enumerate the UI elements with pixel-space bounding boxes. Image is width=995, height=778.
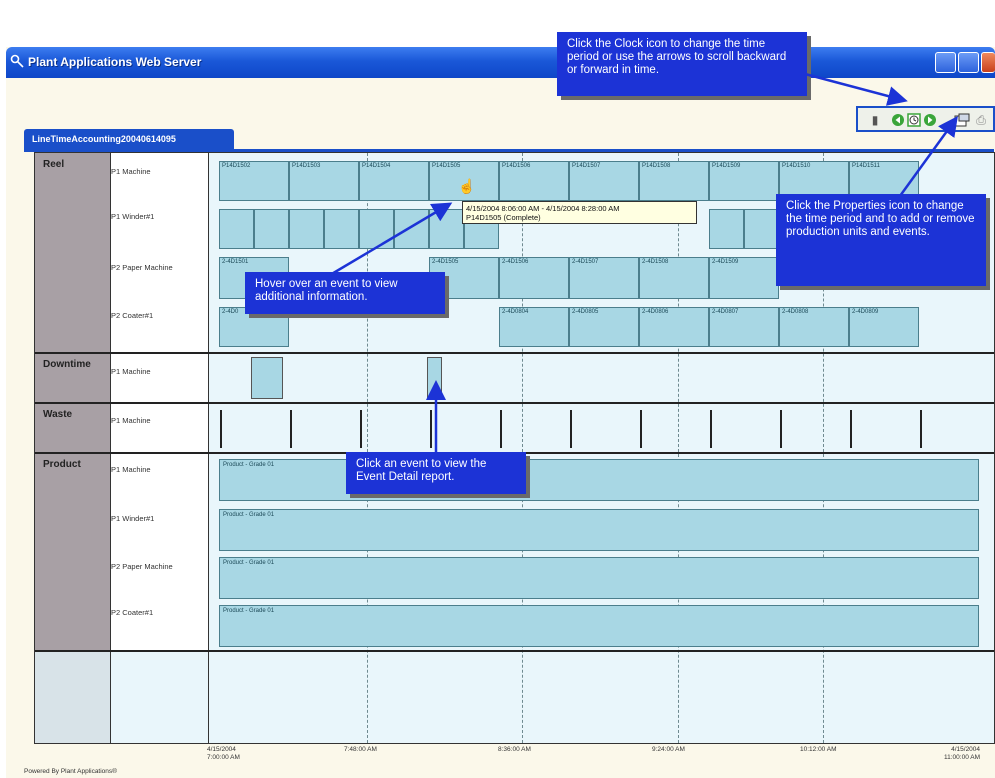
clock-icon[interactable]	[907, 113, 921, 127]
event-coater[interactable]: 2-4D0806	[639, 307, 709, 347]
tab-line-time-accounting[interactable]: LineTimeAccounting20040614095	[24, 129, 234, 149]
chart-icon[interactable]: ▮	[868, 113, 882, 127]
unit-label: P2 Paper Machine	[111, 263, 173, 272]
footer: Powered By Plant Applications®	[24, 768, 117, 775]
forward-arrow-icon[interactable]	[923, 113, 937, 127]
x-axis-label: 4/15/2004 7:00:00 AM	[207, 746, 240, 761]
event-waste[interactable]	[220, 410, 222, 448]
event-paper-machine[interactable]: 2-4D1509	[709, 257, 779, 299]
x-axis-label: 9:24:00 AM	[652, 746, 685, 753]
x-axis-label: 7:48:00 AM	[344, 746, 377, 753]
event-waste[interactable]	[780, 410, 782, 448]
event-waste[interactable]	[640, 410, 642, 448]
event-reel[interactable]: P14D1503	[289, 161, 359, 201]
hand-cursor-icon: ☝	[458, 178, 476, 194]
event-product[interactable]: Product - Grade 01	[219, 557, 979, 599]
unit-label: P1 Machine	[111, 416, 151, 425]
group-reel: Reel	[35, 153, 111, 352]
event-tooltip: 4/15/2004 8:06:00 AM - 4/15/2004 8:28:00…	[462, 201, 697, 224]
event-reel[interactable]: P14D1506	[499, 161, 569, 201]
unit-label: P1 Winder#1	[111, 514, 155, 523]
group-empty	[35, 652, 111, 743]
event-winder[interactable]	[254, 209, 289, 249]
units-reel	[111, 153, 209, 352]
title-bar: Plant Applications Web Server	[6, 47, 995, 78]
maximize-button[interactable]	[958, 52, 979, 73]
event-coater[interactable]: 2-4D0804	[499, 307, 569, 347]
event-waste[interactable]	[710, 410, 712, 448]
row-divider	[35, 650, 994, 652]
callout-clock: Click the Clock icon to change the time …	[557, 32, 807, 96]
unit-label: P1 Machine	[111, 465, 151, 474]
event-downtime[interactable]	[251, 357, 283, 399]
properties-icon[interactable]	[954, 113, 970, 127]
minimize-button[interactable]	[935, 52, 956, 73]
x-axis-label: 8:36:00 AM	[498, 746, 531, 753]
event-coater[interactable]: 2-4D0807	[709, 307, 779, 347]
event-paper-machine[interactable]: 2-4D1507	[569, 257, 639, 299]
unit-label: P2 Paper Machine	[111, 562, 173, 571]
event-waste[interactable]	[920, 410, 922, 448]
callout-hover: Hover over an event to view additional i…	[245, 272, 445, 314]
units-waste	[111, 403, 209, 452]
callout-click: Click an event to view the Event Detail …	[346, 452, 526, 494]
event-waste[interactable]	[290, 410, 292, 448]
event-paper-machine[interactable]: 2-4D1506	[499, 257, 569, 299]
event-downtime[interactable]	[427, 357, 442, 399]
event-winder[interactable]	[324, 209, 359, 249]
units-downtime	[111, 353, 209, 402]
units-empty	[111, 652, 209, 743]
unit-label: P1 Machine	[111, 367, 151, 376]
event-winder[interactable]	[359, 209, 394, 249]
event-winder[interactable]	[394, 209, 429, 249]
event-coater[interactable]: 2-4D0805	[569, 307, 639, 347]
event-winder[interactable]	[429, 209, 464, 249]
event-waste[interactable]	[360, 410, 362, 448]
group-product: Product	[35, 453, 111, 651]
event-waste[interactable]	[500, 410, 502, 448]
app-key-icon	[10, 54, 24, 68]
time-gridline	[522, 153, 523, 743]
event-product[interactable]: Product - Grade 01	[219, 509, 979, 551]
units-product	[111, 453, 209, 651]
event-waste[interactable]	[570, 410, 572, 448]
event-winder[interactable]	[289, 209, 324, 249]
row-divider	[35, 352, 994, 354]
event-waste[interactable]	[850, 410, 852, 448]
event-reel[interactable]: P14D1509	[709, 161, 779, 201]
event-waste[interactable]	[430, 410, 432, 448]
event-coater[interactable]: 2-4D0808	[779, 307, 849, 347]
unit-label: P1 Machine	[111, 167, 151, 176]
group-waste: Waste	[35, 403, 111, 452]
toolbar: ▮ ⎙	[856, 106, 995, 132]
event-reel[interactable]: P14D1504	[359, 161, 429, 201]
event-product[interactable]: Product - Grade 01	[219, 605, 979, 647]
event-reel[interactable]: P14D1508	[639, 161, 709, 201]
event-product[interactable]: Product - Grade 01	[219, 459, 979, 501]
x-axis-label: 4/15/2004 11:00:00 AM	[944, 746, 981, 761]
event-coater[interactable]: 2-4D0809	[849, 307, 919, 347]
unit-label: P2 Coater#1	[111, 311, 154, 320]
unit-label: P2 Coater#1	[111, 608, 154, 617]
event-reel[interactable]: P14D1502	[219, 161, 289, 201]
window-title: Plant Applications Web Server	[28, 55, 202, 69]
group-downtime: Downtime	[35, 353, 111, 402]
print-icon[interactable]: ⎙	[974, 113, 988, 127]
unit-label: P1 Winder#1	[111, 212, 155, 221]
close-button[interactable]	[981, 52, 995, 73]
event-winder[interactable]	[744, 209, 779, 249]
time-gridline	[678, 153, 679, 743]
event-winder[interactable]	[219, 209, 254, 249]
callout-properties: Click the Properties icon to change the …	[776, 194, 986, 286]
event-reel[interactable]: P14D1507	[569, 161, 639, 201]
x-axis-label: 10:12:00 AM	[800, 746, 837, 753]
row-divider	[35, 402, 994, 404]
back-arrow-icon[interactable]	[891, 113, 905, 127]
event-winder[interactable]	[709, 209, 744, 249]
event-paper-machine[interactable]: 2-4D1508	[639, 257, 709, 299]
